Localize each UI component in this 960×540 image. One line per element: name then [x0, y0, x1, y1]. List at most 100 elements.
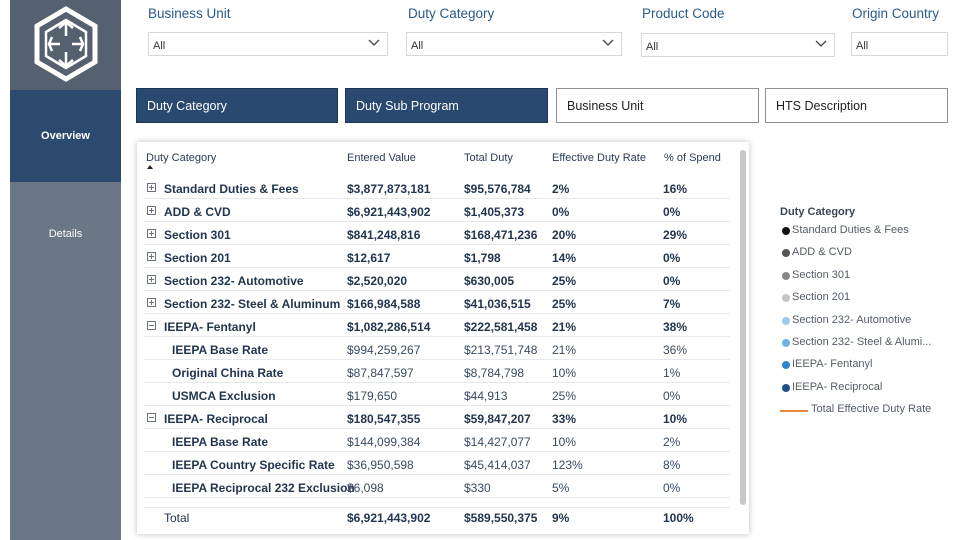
legend-item[interactable]: Section 232- Automotive	[780, 314, 955, 336]
table-row[interactable]: IEEPA- Reciprocal $180,547,355 $59,847,207…	[144, 407, 730, 429]
cell-effective-rate: 123%	[552, 458, 583, 472]
cell-percent-spend: 0%	[663, 481, 681, 495]
cell-percent-spend: 29%	[663, 228, 688, 242]
filter-product-code: Product Code All	[641, 6, 835, 57]
col-header-entered-value[interactable]: Entered Value	[347, 152, 416, 164]
table-row[interactable]: IEEPA Base Rate $144,099,384 $14,427,077 10…	[144, 430, 730, 452]
chevron-down-icon	[815, 40, 827, 47]
collapse-icon[interactable]	[147, 413, 156, 422]
legend-item[interactable]: ADD & CVD	[780, 246, 955, 268]
table-row[interactable]: IEEPA Reciprocal 232 Exclusion $6,098 $330…	[144, 476, 730, 498]
cell-entered-value: $179,650	[347, 389, 398, 403]
table-row[interactable]: Section 232- Steel & Aluminum $166,984,58…	[144, 292, 730, 314]
filter-label: Product Code	[642, 6, 725, 21]
table-row[interactable]: Original China Rate $87,847,597 $8,784,798…	[144, 361, 730, 383]
table-row[interactable]: USMCA Exclusion $179,650 $44,913 25% 0%	[144, 384, 730, 406]
col-header-effective-duty-rate[interactable]: Effective Duty Rate	[552, 152, 646, 164]
cell-entered-value: $87,847,597	[347, 366, 414, 380]
duty-category-select[interactable]: All	[406, 32, 622, 56]
table-row[interactable]: Section 232- Automotive $2,520,020 $630,00…	[144, 269, 730, 291]
cell-duty-category: IEEPA Base Rate	[172, 435, 269, 449]
cell-effective-rate: 2%	[552, 182, 570, 196]
total-label: Total	[164, 511, 190, 525]
table-scrollbar[interactable]	[740, 150, 746, 505]
legend-label: Standard Duties & Fees	[792, 224, 909, 236]
cell-effective-rate: 25%	[552, 274, 577, 288]
legend-item[interactable]: Standard Duties & Fees	[780, 224, 955, 246]
legend-item[interactable]: IEEPA- Fentanyl	[780, 358, 955, 380]
table-row[interactable]: IEEPA- Fentanyl $1,082,286,514 $222,581,45…	[144, 315, 730, 337]
legend-dot-icon	[782, 383, 790, 392]
expand-icon[interactable]	[147, 206, 156, 215]
legend-label: Total Effective Duty Rate	[811, 403, 932, 416]
legend-item[interactable]: Section 301	[780, 269, 955, 291]
col-header-percent-of-spend[interactable]: % of Spend	[664, 152, 721, 164]
col-header-duty-category[interactable]: Duty Category	[146, 152, 216, 164]
expand-icon[interactable]	[147, 229, 156, 238]
cell-percent-spend: 36%	[663, 343, 688, 357]
select-value: All	[646, 41, 659, 53]
cell-effective-rate: 10%	[552, 366, 577, 380]
tab-business-unit[interactable]: Business Unit	[556, 88, 759, 123]
cell-entered-value: $144,099,384	[347, 435, 421, 449]
cell-percent-spend: 0%	[663, 251, 681, 265]
collapse-icon[interactable]	[147, 321, 156, 330]
table-header: Duty Category Entered Value Total Duty E…	[137, 142, 749, 176]
legend-item[interactable]: IEEPA- Reciprocal	[780, 381, 955, 403]
cell-duty-category: Section 301	[164, 228, 231, 242]
col-header-total-duty[interactable]: Total Duty	[464, 152, 513, 164]
legend-dot-icon	[782, 316, 790, 325]
expand-icon[interactable]	[147, 275, 156, 284]
cell-entered-value: $3,877,873,181	[347, 182, 431, 196]
filter-label: Origin Country	[852, 6, 940, 21]
cell-percent-spend: 0%	[663, 389, 681, 403]
filter-label: Duty Category	[408, 6, 495, 21]
logo	[10, 0, 121, 90]
cell-total-duty: $1,798	[464, 251, 501, 265]
tab-duty-category[interactable]: Duty Category	[136, 88, 338, 123]
table-row[interactable]: IEEPA Country Specific Rate $36,950,598 $4…	[144, 453, 730, 475]
filter-business-unit: Business Unit All	[148, 6, 388, 56]
legend-item[interactable]: Section 232- Steel & Alumi...	[780, 336, 955, 358]
cell-percent-spend: 0%	[663, 205, 681, 219]
legend-label: Section 201	[792, 291, 851, 304]
origin-country-select[interactable]: All	[851, 32, 948, 56]
cell-percent-spend: 38%	[663, 320, 688, 334]
product-code-select[interactable]: All	[641, 33, 835, 57]
legend-label: IEEPA- Reciprocal	[792, 380, 883, 393]
cell-duty-category: IEEPA- Fentanyl	[164, 320, 256, 334]
cell-entered-value: $841,248,816	[347, 228, 421, 242]
legend-label: Section 301	[792, 268, 851, 281]
expand-icon[interactable]	[147, 183, 156, 192]
select-value: All	[411, 40, 424, 52]
cell-percent-spend: 1%	[663, 366, 681, 380]
legend-item[interactable]: Section 201	[780, 291, 955, 313]
tab-hts-description[interactable]: HTS Description	[765, 88, 948, 123]
cell-entered-value: $6,921,443,902	[347, 205, 431, 219]
filter-origin-country: Origin Country All	[851, 6, 948, 56]
table-row[interactable]: Section 201 $12,617 $1,798 14% 0%	[144, 246, 730, 268]
business-unit-select[interactable]: All	[148, 32, 388, 56]
cell-total-duty: $59,847,207	[464, 412, 531, 426]
cell-percent-spend: 0%	[663, 274, 681, 288]
total-duty: $589,550,375	[464, 511, 538, 525]
legend-label: IEEPA- Fentanyl	[792, 358, 873, 371]
cell-duty-category: Original China Rate	[172, 366, 284, 380]
nav-overview[interactable]: Overview	[10, 90, 121, 182]
cell-effective-rate: 10%	[552, 435, 577, 449]
table-row[interactable]: Section 301 $841,248,816 $168,471,236 20% 29…	[144, 223, 730, 245]
expand-icon[interactable]	[147, 252, 156, 261]
total-entered-value: $6,921,443,902	[347, 511, 431, 525]
legend-item[interactable]: Total Effective Duty Rate	[780, 403, 955, 425]
table-row[interactable]: IEEPA Base Rate $994,259,267 $213,751,748 2…	[144, 338, 730, 360]
expand-icon[interactable]	[147, 298, 156, 307]
cell-entered-value: $12,617	[347, 251, 391, 265]
tab-duty-sub-program[interactable]: Duty Sub Program	[345, 88, 548, 123]
legend-label: Section 232- Automotive	[792, 313, 912, 326]
cell-duty-category: ADD & CVD	[164, 205, 231, 219]
cell-total-duty: $95,576,784	[464, 182, 531, 196]
table-row[interactable]: Standard Duties & Fees $3,877,873,181 $95,…	[144, 177, 730, 199]
cell-total-duty: $45,414,037	[464, 458, 531, 472]
nav-details[interactable]: Details	[10, 186, 121, 282]
table-row[interactable]: ADD & CVD $6,921,443,902 $1,405,373 0% 0%	[144, 200, 730, 222]
